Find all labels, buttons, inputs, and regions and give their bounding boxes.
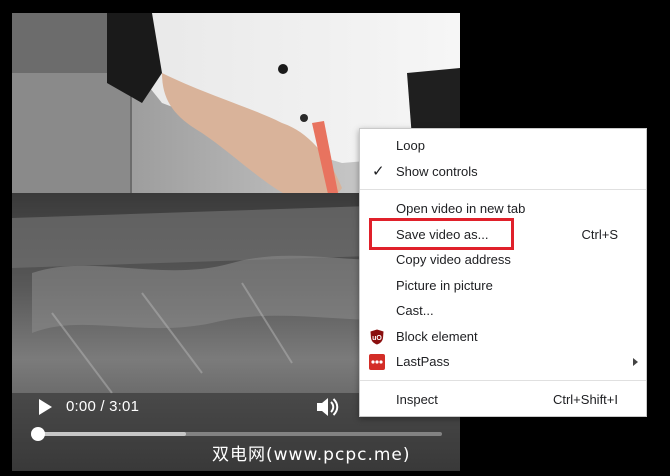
menu-item-label: Save video as... xyxy=(396,226,489,242)
duration: 3:01 xyxy=(109,398,140,415)
current-time: 0:00 xyxy=(66,398,96,415)
submenu-arrow-icon xyxy=(633,358,638,366)
context-menu: Loop ✓ Show controls Open video in new t… xyxy=(359,128,647,417)
menu-item-copy-video-address[interactable]: Copy video address xyxy=(360,247,646,273)
seek-bar[interactable] xyxy=(31,427,442,441)
svg-text:uO: uO xyxy=(372,335,382,342)
menu-item-label: Open video in new tab xyxy=(396,201,526,216)
watermark: 双电网(www.pcpc.me) xyxy=(212,445,411,465)
play-icon xyxy=(39,399,52,415)
menu-item-label: Copy video address xyxy=(396,252,511,267)
time-display: 0:00 / 3:01 xyxy=(66,398,139,415)
menu-item-show-controls[interactable]: ✓ Show controls xyxy=(360,159,646,185)
menu-separator xyxy=(360,379,646,381)
lastpass-icon xyxy=(369,354,385,370)
seek-thumb[interactable] xyxy=(31,427,45,441)
menu-item-lastpass[interactable]: LastPass xyxy=(360,349,646,375)
menu-item-save-video-as[interactable]: Save video as... Ctrl+S xyxy=(360,222,646,248)
seek-buffered xyxy=(36,432,187,436)
menu-item-open-video-new-tab[interactable]: Open video in new tab xyxy=(360,196,646,222)
ublock-icon: uO xyxy=(370,329,384,344)
menu-item-shortcut: Ctrl+S xyxy=(581,226,618,242)
time-separator: / xyxy=(100,398,105,415)
volume-icon xyxy=(317,398,339,416)
menu-item-block-element[interactable]: uO Block element xyxy=(360,324,646,350)
menu-item-label: Cast... xyxy=(396,303,434,318)
menu-item-label: LastPass xyxy=(396,354,450,369)
menu-item-label: Loop xyxy=(396,138,425,153)
menu-item-label: Inspect xyxy=(396,391,438,407)
menu-item-cast[interactable]: Cast... xyxy=(360,298,646,324)
volume-button[interactable] xyxy=(314,394,340,420)
menu-item-label: Block element xyxy=(396,328,478,344)
play-button[interactable] xyxy=(34,396,56,418)
menu-separator xyxy=(360,189,646,190)
menu-item-inspect[interactable]: Inspect Ctrl+Shift+I xyxy=(360,387,646,413)
menu-item-label: Show controls xyxy=(396,163,478,179)
checkmark-icon: ✓ xyxy=(372,162,385,180)
menu-item-picture-in-picture[interactable]: Picture in picture xyxy=(360,273,646,299)
menu-item-label: Picture in picture xyxy=(396,277,493,293)
menu-item-loop[interactable]: Loop xyxy=(360,133,646,159)
menu-item-shortcut: Ctrl+Shift+I xyxy=(552,391,618,407)
